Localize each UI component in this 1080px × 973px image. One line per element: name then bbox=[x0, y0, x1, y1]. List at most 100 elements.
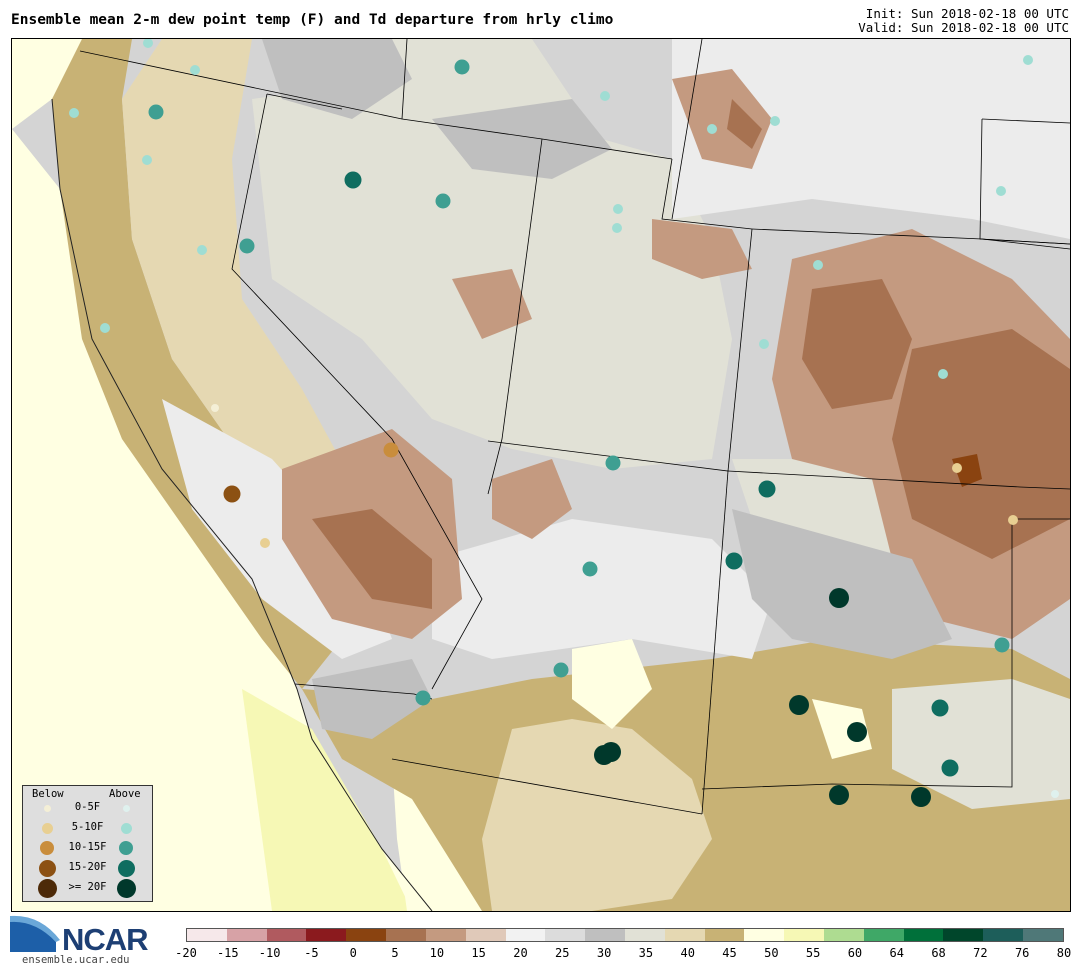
map-title: Ensemble mean 2-m dew point temp (F) and… bbox=[11, 12, 614, 28]
valid-time: Valid: Sun 2018-02-18 00 UTC bbox=[858, 20, 1069, 35]
colorbar-tick-label: 64 bbox=[889, 946, 904, 960]
colorbar-tick-label: -15 bbox=[216, 946, 239, 960]
station-above-20-plus bbox=[601, 742, 621, 762]
colorbar-tick-label: 0 bbox=[349, 946, 357, 960]
run-times: Init: Sun 2018-02-18 00 UTC Valid: Sun 2… bbox=[858, 7, 1069, 35]
legend-row: 0-5F bbox=[23, 798, 152, 818]
colorbar-segment bbox=[744, 929, 785, 941]
ncar-logo: NCAR ensemble.ucar.edu bbox=[10, 912, 160, 968]
station-below-15-20 bbox=[223, 485, 241, 503]
colorbar-segment bbox=[863, 929, 904, 941]
legend-row: >= 20F bbox=[23, 878, 152, 898]
station-above-20-plus bbox=[789, 695, 809, 715]
station-above-20-plus bbox=[847, 722, 867, 742]
ncar-swoosh-icon bbox=[10, 915, 60, 952]
station-above-5-10 bbox=[142, 155, 152, 165]
legend-above-dot bbox=[123, 805, 130, 812]
colorbar-segment bbox=[505, 929, 546, 941]
colorbar-segment bbox=[465, 929, 506, 941]
station-above-10-15 bbox=[994, 637, 1010, 653]
legend-row: 5-10F bbox=[23, 818, 152, 838]
station-above-5-10 bbox=[996, 186, 1006, 196]
legend-above-dot bbox=[118, 860, 135, 877]
station-above-15-20 bbox=[931, 699, 949, 717]
ncar-wordmark: NCAR bbox=[62, 922, 149, 957]
legend-row: 10-15F bbox=[23, 838, 152, 858]
colorbar-tick-label: 45 bbox=[722, 946, 737, 960]
legend-above-dot bbox=[121, 823, 132, 834]
colorbar-segment bbox=[585, 929, 625, 941]
station-above-10-15 bbox=[239, 238, 255, 254]
station-below-5-10 bbox=[260, 538, 270, 548]
colorbar-segment bbox=[1023, 929, 1063, 941]
colorbar-tick-label: 68 bbox=[931, 946, 946, 960]
colorbar-tick-label: 10 bbox=[429, 946, 445, 960]
colorbar-segment bbox=[306, 929, 347, 941]
colorbar-segment bbox=[824, 929, 864, 941]
colorbar-tick-label: 25 bbox=[555, 946, 570, 960]
colorbar-tick-label: -20 bbox=[175, 946, 197, 960]
colorbar-tick-label: 76 bbox=[1014, 946, 1030, 960]
colorbar-tick-label: 72 bbox=[973, 946, 988, 960]
colorbar-segment bbox=[624, 929, 665, 941]
station-above-10-15 bbox=[605, 455, 621, 471]
legend-row: 15-20F bbox=[23, 858, 152, 878]
colorbar-segment bbox=[266, 929, 307, 941]
station-above-5-10 bbox=[600, 91, 610, 101]
station-below-10-15 bbox=[383, 442, 399, 458]
station-above-5-10 bbox=[197, 245, 207, 255]
station-above-15-20 bbox=[344, 171, 362, 189]
station-above-20-plus bbox=[829, 588, 849, 608]
init-time: Init: Sun 2018-02-18 00 UTC bbox=[865, 6, 1069, 21]
colorbar-segment bbox=[386, 929, 426, 941]
colorbar-tick-label: 35 bbox=[638, 946, 654, 960]
legend-above-dot bbox=[119, 841, 133, 855]
station-above-15-20 bbox=[941, 759, 959, 777]
colorbar-tick-label: 40 bbox=[680, 946, 695, 960]
colorbar-segment bbox=[784, 929, 824, 941]
station-above-5-10 bbox=[612, 223, 622, 233]
station-above-20-plus bbox=[911, 787, 931, 807]
legend-row-label: 0-5F bbox=[74, 801, 101, 813]
colorbar-segment bbox=[704, 929, 745, 941]
station-below-0-5 bbox=[211, 404, 219, 412]
colorbar-segment bbox=[983, 929, 1024, 941]
marker-legend: Below Above 0-5F 5-10F 10-15F 15-20F >= … bbox=[22, 785, 153, 902]
map-area: Below Above 0-5F 5-10F 10-15F 15-20F >= … bbox=[11, 38, 1071, 912]
ncar-site-url: ensemble.ucar.edu bbox=[22, 954, 130, 966]
colorbar-tick-label: 20 bbox=[513, 946, 528, 960]
colorbar-tick-label: 15 bbox=[471, 946, 486, 960]
colorbar-ticks: -20 -15 -10 -5 0 5 10 15 20 25 30 35 40 45 50 55 60 64 68 7… bbox=[175, 946, 1071, 962]
station-above-20-plus bbox=[829, 785, 849, 805]
colorbar-segment bbox=[903, 929, 944, 941]
station-above-10-15 bbox=[454, 59, 470, 75]
station-above-0-5 bbox=[1051, 790, 1059, 798]
colorbar-tick-label: 30 bbox=[596, 946, 612, 960]
station-above-5-10 bbox=[759, 339, 769, 349]
colorbar-tick-label: 55 bbox=[805, 946, 821, 960]
station-above-5-10 bbox=[770, 116, 780, 126]
dewpoint-map bbox=[12, 39, 1070, 911]
station-above-15-20 bbox=[758, 480, 776, 498]
colorbar-segment bbox=[346, 929, 387, 941]
station-above-5-10 bbox=[69, 108, 79, 118]
colorbar-segment bbox=[187, 929, 227, 941]
colorbar-segment bbox=[226, 929, 267, 941]
station-below-5-10 bbox=[1008, 515, 1018, 525]
colorbar-tick-label: -5 bbox=[304, 946, 319, 960]
station-above-5-10 bbox=[190, 65, 200, 75]
colorbar-segment bbox=[664, 929, 705, 941]
station-above-10-15 bbox=[582, 561, 598, 577]
colorbar-tick-label: -10 bbox=[258, 946, 281, 960]
colorbar-segment bbox=[545, 929, 586, 941]
station-above-10-15 bbox=[553, 662, 569, 678]
legend-above-dot bbox=[117, 879, 136, 898]
station-above-5-10 bbox=[613, 204, 623, 214]
colorbar-tick-label: 50 bbox=[764, 946, 779, 960]
station-above-15-20 bbox=[725, 552, 743, 570]
station-below-5-10 bbox=[952, 463, 962, 473]
colorbar-segment bbox=[943, 929, 984, 941]
station-above-5-10 bbox=[938, 369, 948, 379]
station-above-5-10 bbox=[1023, 55, 1033, 65]
colorbar-tick-label: 60 bbox=[847, 946, 863, 960]
